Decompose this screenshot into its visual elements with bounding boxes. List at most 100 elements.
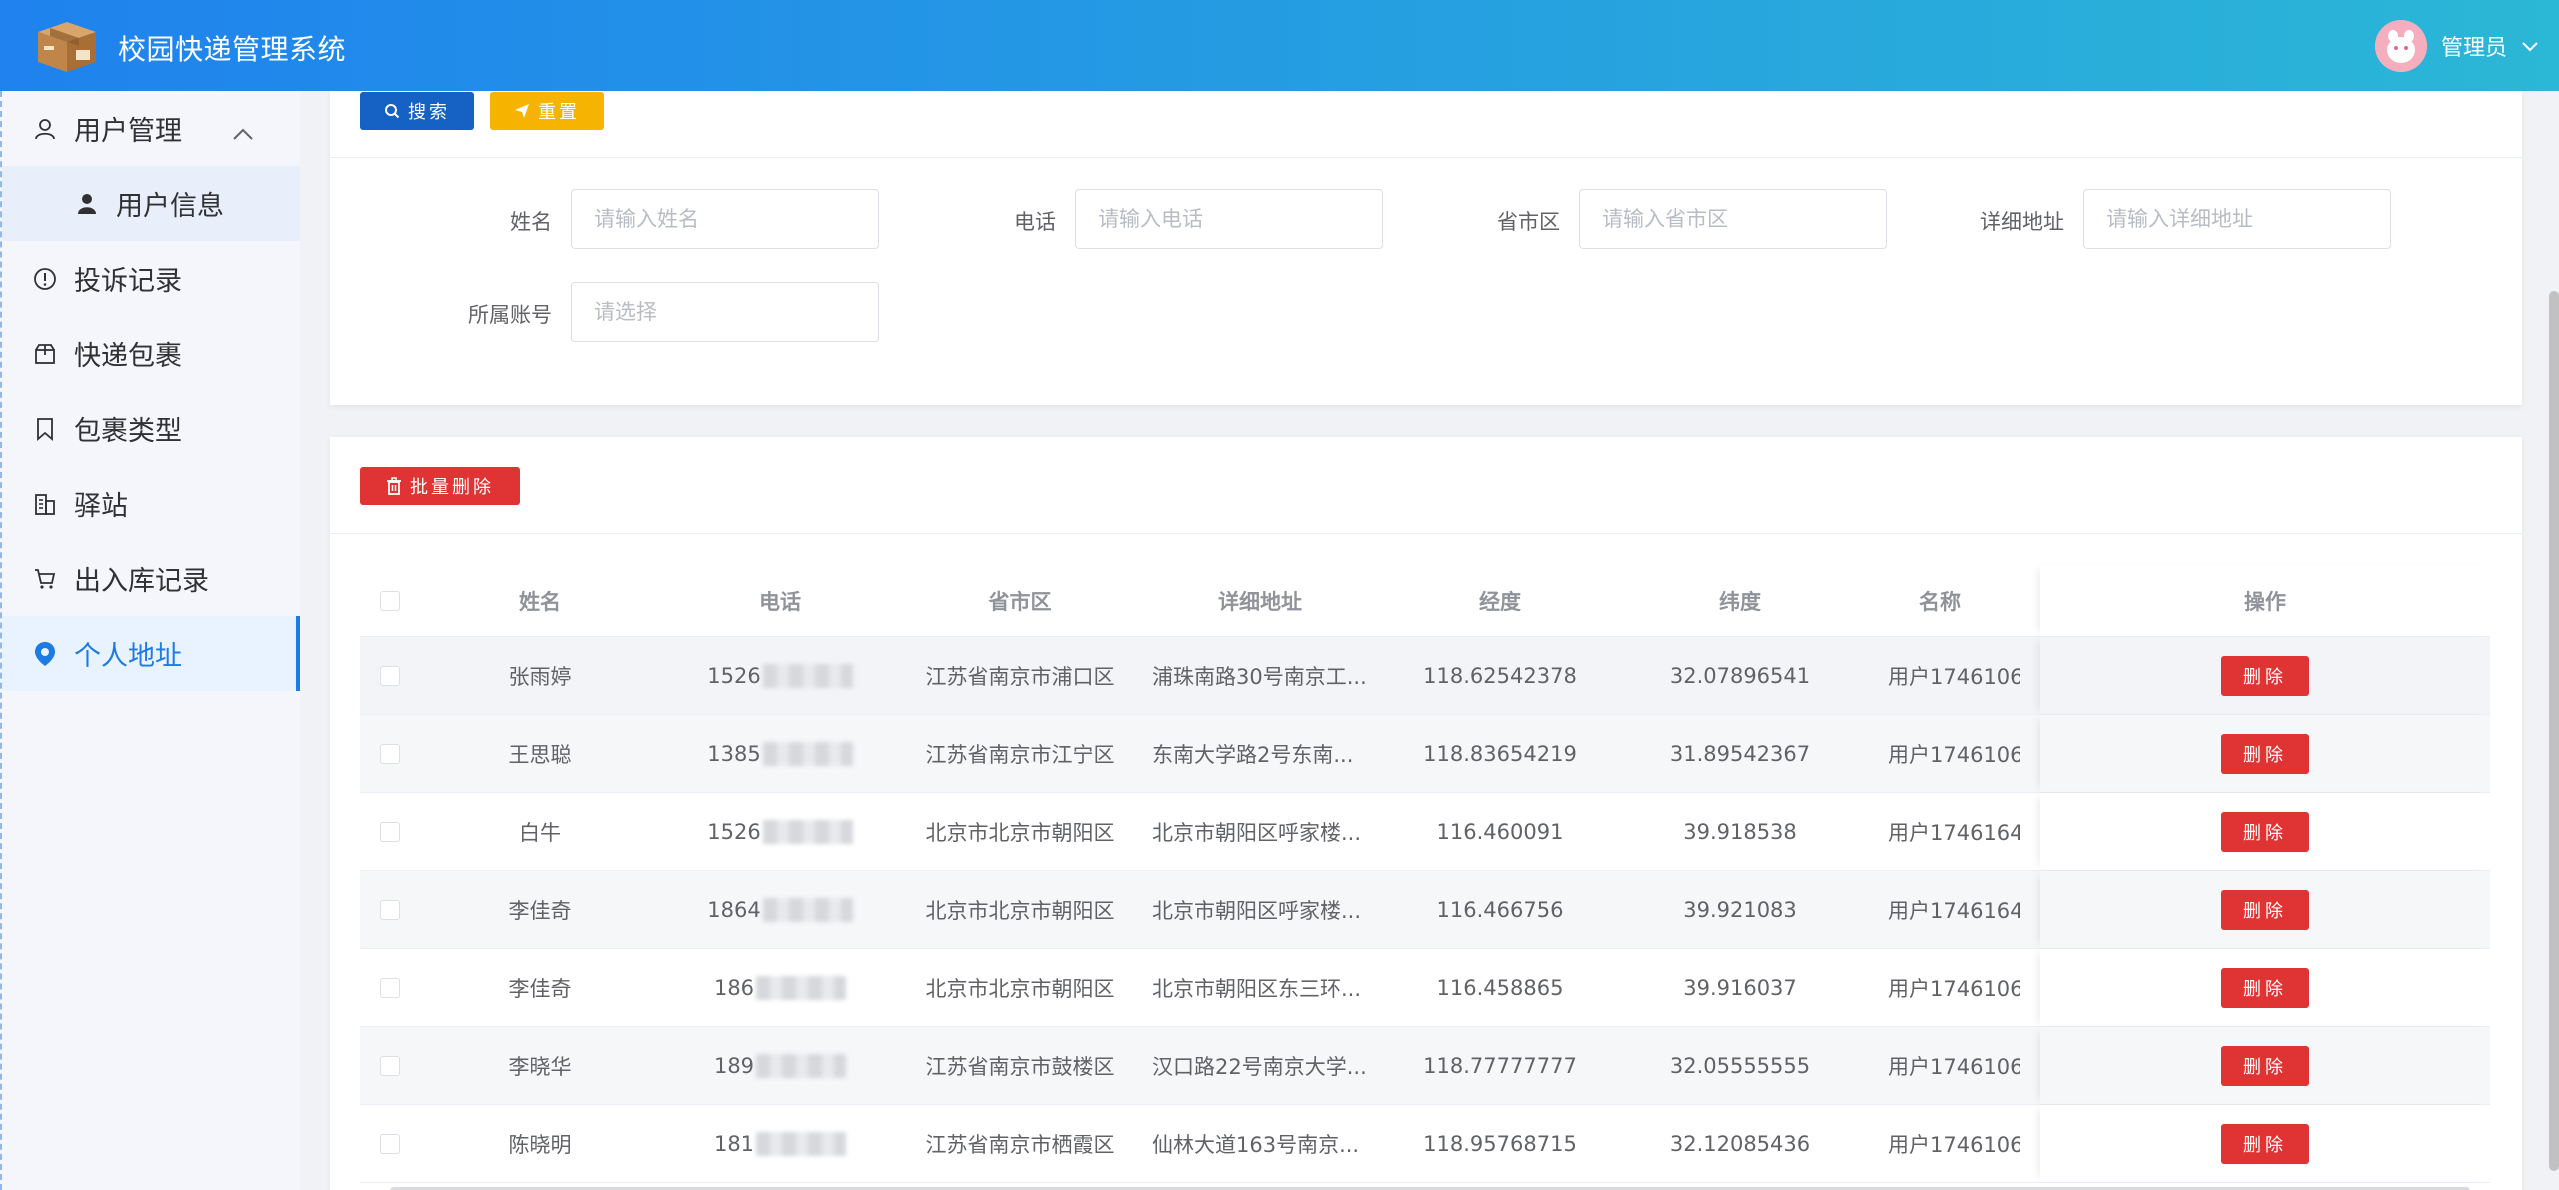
phone-prefix: 189 [713,1053,755,1078]
delete-button[interactable]: 删除 [2221,733,2309,774]
sidebar-item-label: 用户管理 [74,116,182,147]
table-row[interactable]: 白牛 1526 北京市北京市朝阳区 北京市朝阳区呼家楼... 116.460091 39.… [360,793,2490,871]
table-row[interactable]: 李佳奇 186 北京市北京市朝阳区 北京市朝阳区东三环... 116.458865 39.… [360,949,2490,1027]
phone-cell: 181 [660,1105,900,1182]
latitude-cell: 39.916037 [1683,975,1797,1000]
region-cell: 江苏省南京市浦口区 [925,664,1115,689]
search-panel: 搜索 重置 姓名 电话 省市区 详细地址 所属账号 [330,91,2522,405]
name-cell: 李佳奇 [508,976,572,1001]
cart-icon [32,566,58,592]
person-icon [74,191,100,217]
row-checkbox[interactable] [380,1055,400,1076]
longitude-cell: 118.95768715 [1423,1131,1577,1156]
sidebar-item-stations[interactable]: 驿站 [2,466,300,541]
latitude-cell: 39.918538 [1683,819,1797,844]
operation-cell: 删除 [2040,1105,2490,1182]
row-checkbox[interactable] [380,665,400,686]
latitude-cell: 39.921083 [1683,897,1797,922]
phone-cell: 189 [660,1027,900,1104]
delete-button[interactable]: 删除 [2221,655,2309,696]
column-header: 姓名 [519,589,561,614]
table-row[interactable]: 李佳奇 1864 北京市北京市朝阳区 北京市朝阳区呼家楼... 116.466756 39… [360,871,2490,949]
batch-delete-label: 批量删除 [410,477,494,498]
app-title: 校园快递管理系统 [118,33,347,66]
table-panel: 批量删除 姓名 电话 省市区 详细地址 经度 纬度 名称 操作 张雨婷 1526 江… [330,437,2522,1190]
phone-prefix: 186 [713,975,755,1000]
address-table: 姓名 电话 省市区 详细地址 经度 纬度 名称 操作 张雨婷 1526 江苏省南京市… [360,565,2490,1183]
name-cell: 李晓华 [508,1054,572,1079]
latitude-cell: 32.12085436 [1669,1131,1811,1156]
name-input[interactable] [571,189,879,249]
region-cell: 江苏省南京市江宁区 [925,742,1115,767]
search-button[interactable]: 搜索 [360,92,474,130]
user-name[interactable]: 管理员 [2441,30,2507,62]
row-checkbox[interactable] [380,1133,400,1154]
table-body: 张雨婷 1526 江苏省南京市浦口区 浦珠南路30号南京工... 118.6254237… [360,637,2490,1183]
latitude-cell: 32.05555555 [1669,1053,1811,1078]
chevron-down-icon[interactable] [2521,34,2539,59]
sidebar-item-parcels[interactable]: 快递包裹 [2,316,300,391]
table-row[interactable]: 王思聪 1385 江苏省南京市江宁区 东南大学路2号东南... 118.83654219… [360,715,2490,793]
column-header: 详细地址 [1218,589,1302,614]
delete-button[interactable]: 删除 [2221,967,2309,1008]
sidebar-item-parcel-types[interactable]: 包裹类型 [2,391,300,466]
address-cell: 北京市朝阳区东三环... [1152,976,1362,1001]
select-all-checkbox[interactable] [380,590,400,611]
delete-button[interactable]: 删除 [2221,811,2309,852]
title-cell: 用户17461640 [1888,820,2020,845]
name-cell: 陈晓明 [508,1132,572,1157]
sidebar-item-user-management[interactable]: 用户管理 [2,91,300,166]
operation-cell: 删除 [2040,793,2490,870]
row-checkbox[interactable] [380,743,400,764]
batch-delete-button[interactable]: 批量删除 [360,467,520,505]
table-row[interactable]: 陈晓明 181 江苏省南京市栖霞区 仙林大道163号南京... 118.95768715… [360,1105,2490,1183]
title-cell: 用户17461062 [1888,742,2020,767]
row-select-cell [360,793,420,870]
sidebar-item-label: 快递包裹 [74,341,182,372]
title-cell: 用户17461062 [1888,1054,2020,1079]
avatar[interactable] [2374,20,2427,72]
address-cell: 北京市朝阳区呼家楼... [1152,820,1362,845]
sidebar-item-complaints[interactable]: 投诉记录 [2,241,300,316]
account-select[interactable] [571,282,879,342]
table-row[interactable]: 张雨婷 1526 江苏省南京市浦口区 浦珠南路30号南京工... 118.6254237… [360,637,2490,715]
phone-prefix: 1864 [707,897,761,922]
phone-cell: 1864 [660,871,900,948]
operation-cell: 删除 [2040,949,2490,1026]
phone-field-label: 电话 [1014,210,1056,234]
address-input[interactable] [2083,189,2391,249]
search-icon [385,104,400,119]
delete-button[interactable]: 删除 [2221,889,2309,930]
table-row[interactable]: 李晓华 189 江苏省南京市鼓楼区 汉口路22号南京大学... 118.77777777… [360,1027,2490,1105]
row-select-cell [360,637,420,714]
longitude-cell: 116.460091 [1436,819,1564,844]
user-menu[interactable]: 管理员 [2374,20,2539,72]
delete-button[interactable]: 删除 [2221,1123,2309,1164]
send-icon [515,104,529,118]
address-cell: 北京市朝阳区呼家楼... [1152,898,1362,923]
row-checkbox[interactable] [380,821,400,842]
phone-cell: 1526 [660,793,900,870]
reset-button[interactable]: 重置 [490,92,604,130]
redacted-phone-mask [762,819,853,844]
region-cell: 北京市北京市朝阳区 [925,820,1115,845]
region-input[interactable] [1579,189,1887,249]
phone-input[interactable] [1075,189,1383,249]
building-icon [32,491,58,517]
longitude-cell: 116.458865 [1436,975,1564,1000]
row-checkbox[interactable] [380,977,400,998]
location-icon [32,641,58,667]
vertical-scrollbar[interactable] [2549,291,2559,1171]
sidebar-item-personal-address[interactable]: 个人地址 [2,616,300,691]
delete-button[interactable]: 删除 [2221,1045,2309,1086]
chevron-up-icon[interactable] [232,117,254,148]
name-cell: 白牛 [519,820,561,845]
sidebar-item-user-info[interactable]: 用户信息 [2,166,300,241]
redacted-phone-mask [762,663,853,688]
name-cell: 李佳奇 [508,898,572,923]
row-checkbox[interactable] [380,899,400,920]
sidebar-item-inout-records[interactable]: 出入库记录 [2,541,300,616]
row-select-cell [360,715,420,792]
latitude-cell: 31.89542367 [1669,741,1811,766]
title-cell: 用户17461062 [1888,1132,2020,1157]
